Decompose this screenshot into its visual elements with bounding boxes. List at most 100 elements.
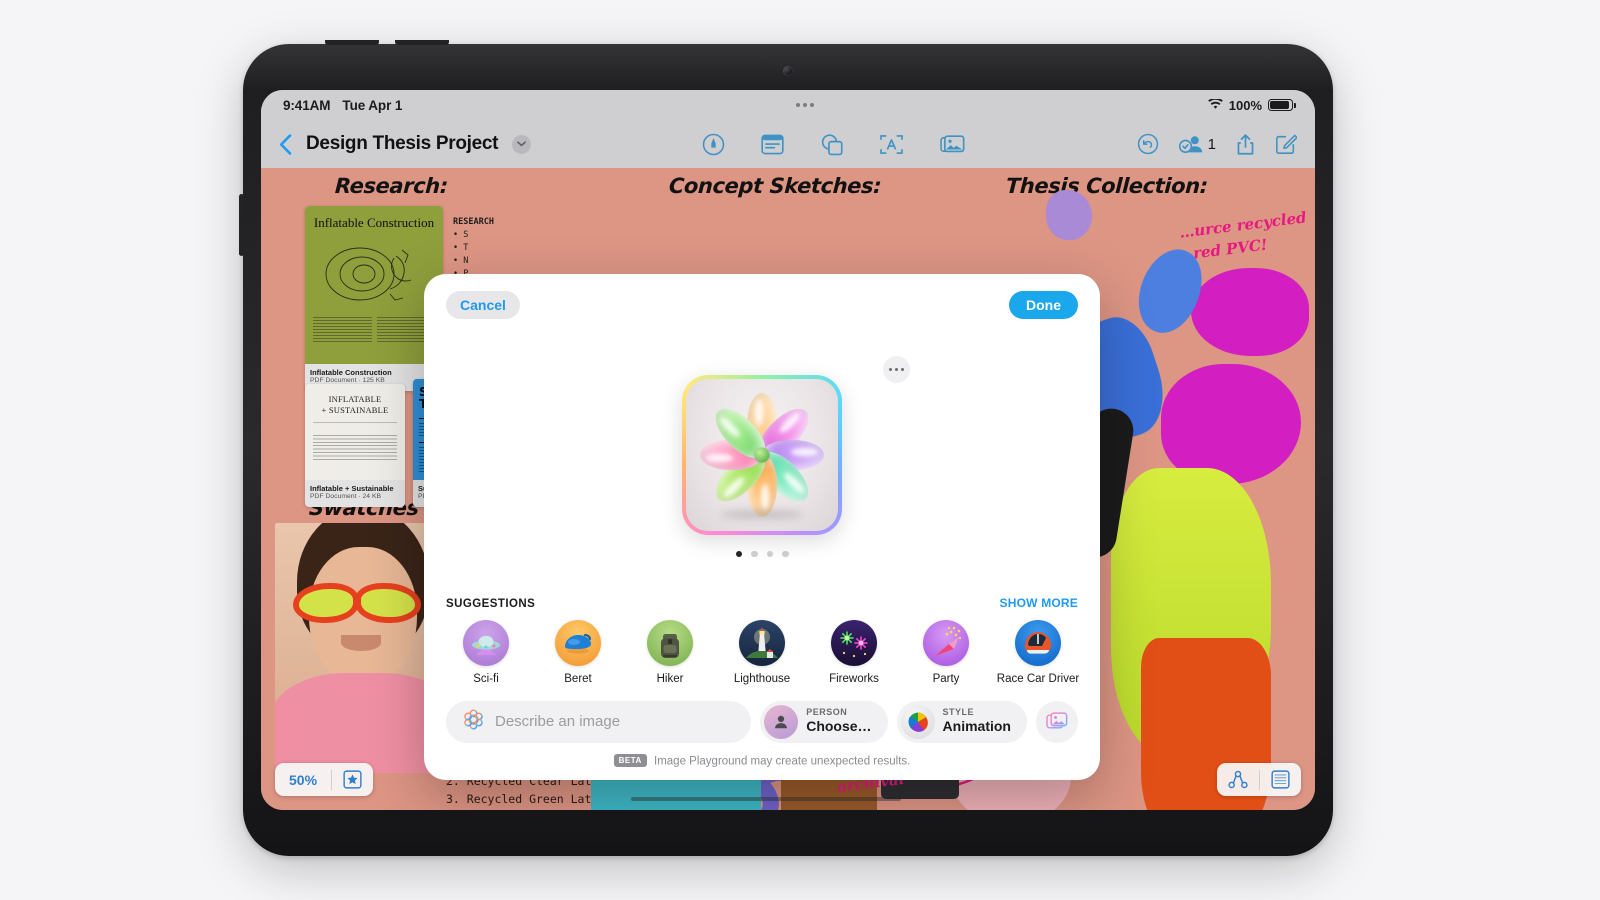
ellipsis-icon[interactable] (883, 356, 910, 383)
pdf-thumb-title-line1: INFLATABLE (328, 394, 382, 404)
list-item: 4. TPU Purple (446, 809, 612, 810)
back-chevron-icon[interactable] (279, 133, 292, 155)
pdf-name: Inflatable Construction (310, 368, 392, 377)
page-dot[interactable] (735, 550, 742, 557)
show-more-button[interactable]: SHOW MORE (1000, 596, 1078, 610)
page-title: Design Thesis Project (306, 133, 499, 154)
image-drop-shadow (721, 509, 803, 519)
volume-down-button[interactable] (395, 40, 449, 45)
star-box-icon[interactable] (332, 770, 373, 789)
battery-icon (1268, 99, 1296, 111)
status-bar-right: 100% (1207, 97, 1296, 113)
page-dot[interactable] (766, 550, 773, 557)
suggestion-hiker[interactable]: Hiker (630, 619, 710, 685)
suggestion-label: Sci-fi (473, 672, 499, 685)
suggestion-beret[interactable]: Beret (538, 619, 618, 685)
suggestion-lighthouse[interactable]: Lighthouse (722, 619, 802, 685)
dialog-header: Cancel Done (424, 274, 1100, 336)
ufo-icon (463, 619, 509, 666)
status-bar: 9:41AM Tue Apr 1 100% (261, 90, 1315, 120)
ipad-device-frame: 9:41AM Tue Apr 1 100% Design Thesis Proj… (239, 40, 1333, 856)
suggestions-title: SUGGESTIONS (446, 597, 536, 610)
compose-icon[interactable] (1275, 133, 1297, 155)
suggestion-party[interactable]: Party (906, 619, 986, 685)
share-icon[interactable] (1236, 133, 1255, 156)
flower-center (754, 447, 770, 462)
prompt-input[interactable] (495, 713, 736, 730)
suggestion-sci-fi[interactable]: Sci-fi (446, 619, 526, 685)
suggestion-label: Lighthouse (733, 672, 791, 685)
beta-badge: BETA (613, 753, 647, 767)
pdf-thumbnail: Inflatable Construction (305, 206, 443, 364)
zoom-level[interactable]: 50% (275, 772, 331, 788)
list-item: 3. Recycled Green Latex (446, 792, 606, 807)
toolbar-left: Design Thesis Project (279, 133, 532, 155)
photo-stack-icon[interactable] (940, 134, 965, 155)
generated-image-canvas (686, 378, 838, 531)
image-pagination-dots (735, 550, 789, 557)
pen-circle-icon[interactable] (702, 133, 725, 156)
handwriting-annotation-2: red PVC! (1192, 235, 1269, 263)
text-box-icon[interactable] (879, 134, 904, 155)
suggestion-fireworks[interactable]: Fireworks (814, 619, 894, 685)
status-date: Tue Apr 1 (342, 97, 403, 113)
pdf-thumb-title-line2: + SUSTAINABLE (321, 404, 389, 415)
pdf-card-inflatable-construction[interactable]: Inflatable Construction Inflatable Const… (305, 206, 443, 392)
status-bar-left: 9:41AM Tue Apr 1 (283, 98, 402, 113)
suggestion-race-car-driver[interactable]: Race Car Driver (996, 619, 1080, 685)
ipad-screen: 9:41AM Tue Apr 1 100% Design Thesis Proj… (261, 90, 1315, 810)
lighthouse-icon (739, 619, 785, 666)
pdf-subtitle: PDF Document · 24 KB (310, 493, 382, 501)
suggestion-label: Beret (564, 672, 592, 685)
undo-icon[interactable] (1137, 133, 1159, 155)
dialog-footer: BETA Image Playground may create unexpec… (424, 743, 1100, 781)
generated-image[interactable] (682, 374, 842, 535)
suggestion-label: Party (932, 672, 960, 685)
style-chip-key: STYLE (942, 707, 975, 718)
style-chip-text: STYLE Animation (942, 707, 1011, 735)
shapes-icon[interactable] (820, 133, 844, 156)
node-graph-icon[interactable] (1217, 770, 1259, 789)
collage-blob-purple (1046, 190, 1092, 240)
person-chip[interactable]: PERSON Choose… (760, 700, 888, 743)
pdf-thumbnail: INFLATABLE + SUSTAINABLE (305, 384, 405, 480)
volume-up-button[interactable] (325, 40, 379, 45)
grid-square-icon[interactable] (1260, 770, 1301, 789)
collaborate-person-icon[interactable]: 1 (1178, 133, 1216, 155)
person-chip-key: PERSON (806, 707, 848, 718)
horizontal-scrollbar[interactable] (631, 796, 901, 801)
board-heading-concept: Concept Sketches: (668, 174, 882, 198)
board-heading-thesis: Thesis Collection: (1005, 174, 1209, 198)
page-dot[interactable] (751, 550, 758, 557)
collage-blob-magenta-2 (1161, 364, 1301, 484)
beret-icon (555, 619, 601, 666)
chevron-down-icon[interactable] (512, 134, 532, 154)
prompt-bar: PERSON Choose… STYLE Animation (424, 691, 1100, 743)
app-toolbar: Design Thesis Project 1 (261, 120, 1315, 168)
style-chip[interactable]: STYLE Animation (896, 700, 1027, 743)
cancel-button[interactable]: Cancel (446, 291, 520, 319)
pdf-thumb-title: Inflatable Construction (313, 215, 435, 230)
image-playground-dialog: Cancel Done SUGGESTIONS SHOW MORE Sci-fi… (424, 274, 1100, 780)
toolbar-tools (531, 133, 1136, 156)
image-playground-icon (462, 708, 485, 736)
pdf-name: Inflatable + Sustainable (310, 484, 394, 493)
note-icon[interactable] (761, 134, 785, 155)
freeform-canvas[interactable]: Research: Concept Sketches: Thesis Colle… (261, 168, 1315, 810)
pdf-card-inflatable-sustainable[interactable]: INFLATABLE + SUSTAINABLE Inflatable + Su… (305, 384, 405, 508)
done-button[interactable]: Done (1009, 291, 1078, 319)
backpack-icon (647, 619, 693, 666)
style-ball-icon (900, 704, 935, 739)
suggestion-label: Race Car Driver (996, 672, 1080, 685)
prompt-field[interactable] (446, 700, 752, 743)
pdf-thumb-illustration (325, 247, 412, 301)
suggestion-label: Fireworks (829, 672, 879, 685)
battery-percent: 100% (1228, 97, 1262, 113)
page-dot[interactable] (782, 550, 789, 557)
photo-picker-icon[interactable] (1036, 700, 1078, 743)
multitasking-handle[interactable] (796, 103, 815, 107)
helmet-icon (1015, 619, 1061, 666)
research-list-header: RESEARCH (453, 217, 494, 227)
style-chip-value: Animation (942, 718, 1011, 735)
power-button[interactable] (239, 194, 244, 256)
